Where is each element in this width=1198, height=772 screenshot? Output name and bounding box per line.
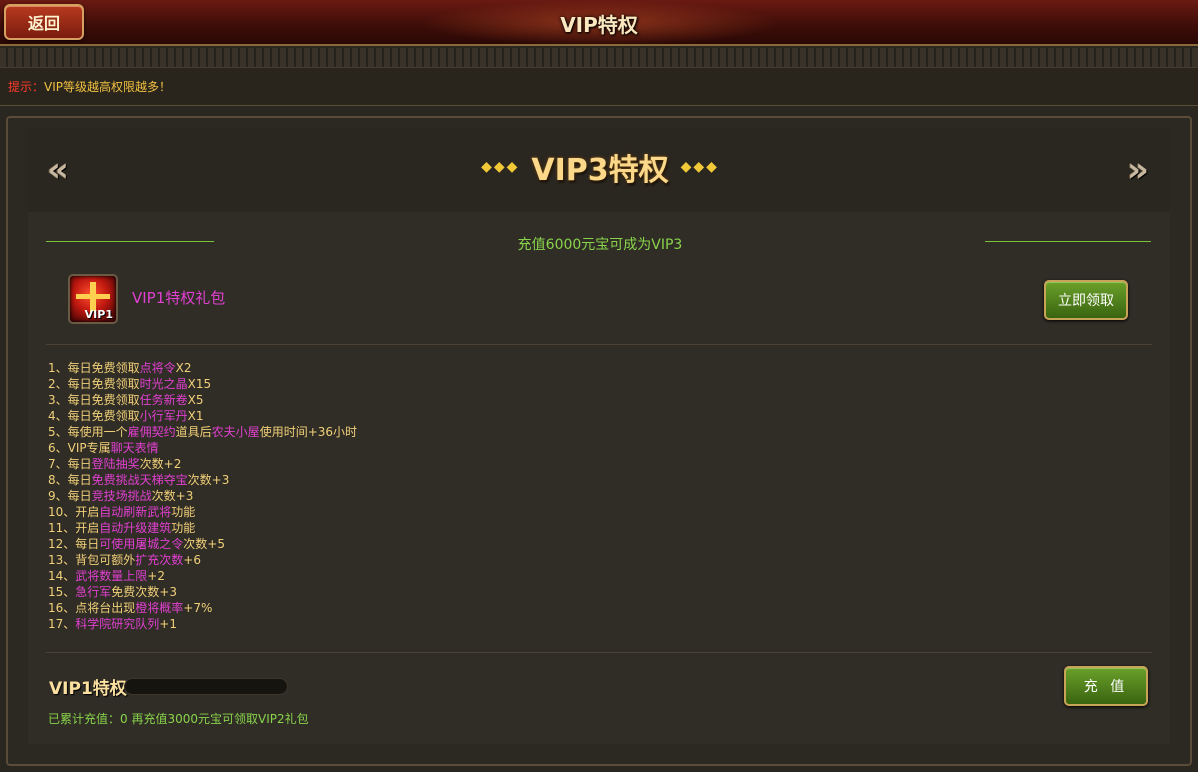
perk-highlight: 免费挑战天梯夺宝 [91,473,188,487]
gift-vip-tag: VIP1 [84,308,113,321]
prev-level-chevron-icon[interactable]: « [44,152,72,188]
green-divider-right [985,241,1151,242]
tip-row: 提示： VIP等级越高权限越多！ [0,68,1198,106]
perk-highlight: 任务新卷 [139,393,188,407]
tip-text: VIP等级越高权限越多！ [44,80,172,94]
perk-item: 5、每使用一个雇佣契约道具后农夫小屋使用时间+36小时 [48,424,748,440]
perk-text: 次数+3 [151,489,194,503]
perk-text: 次数+5 [183,537,225,551]
perk-highlight: 雇佣契约 [127,425,176,439]
perk-text: 13、背包可额外 [48,553,136,567]
perk-text: +6 [183,553,201,567]
perk-highlight: 时光之晶 [139,377,188,391]
perk-text: 12、每日 [48,537,100,551]
perk-item: 12、每日可使用屠城之令次数+5 [48,536,748,552]
vip-level-label: VIP3特权 [531,153,669,188]
section-divider [46,344,1152,345]
perk-text: 11、开启 [48,521,100,535]
perk-highlight: 农夫小屋 [211,425,260,439]
gift-box-icon[interactable]: VIP1 [68,274,118,324]
perk-highlight: 科学院研究队列 [75,617,160,631]
perk-item: 13、背包可额外扩充次数+6 [48,552,748,568]
perk-text: 16、点将台出现 [48,601,136,615]
perk-text: +7% [183,601,213,615]
perk-text: 功能 [171,521,196,535]
diamond-ornament-icon: ◆◆◆ [680,159,719,175]
perk-text: 功能 [171,505,196,519]
perk-item: 2、每日免费领取时光之晶X15 [48,376,748,392]
perk-item: 17、科学院研究队列+1 [48,616,748,632]
perk-item: 8、每日免费挑战天梯夺宝次数+3 [48,472,748,488]
perk-text: 10、开启 [48,505,100,519]
perk-item: 11、开启自动升级建筑功能 [48,520,748,536]
next-level-chevron-icon[interactable]: » [1124,152,1152,188]
gift-name: VIP1特权礼包 [132,289,226,307]
perk-item: 1、每日免费领取点将令X2 [48,360,748,376]
perk-text: 17、 [48,617,76,631]
perk-text: X2 [175,361,192,375]
perk-highlight: 急行军 [75,585,112,599]
perk-text: 2、每日免费领取 [48,377,140,391]
perk-highlight: 扩充次数 [135,553,184,567]
perk-text: 3、每日免费领取 [48,393,140,407]
perk-item: 4、每日免费领取小行军丹X1 [48,408,748,424]
perk-text: +2 [147,569,165,583]
perk-highlight: 竞技场挑战 [91,489,152,503]
vip-level-title: ◆◆◆ VIP3特权 ◆◆◆ [460,146,740,188]
perk-highlight: 聊天表情 [110,441,159,455]
vip-progress-bar [124,678,288,695]
perk-text: X5 [187,393,204,407]
current-vip-label: VIP1特权 [49,679,127,699]
perk-item: 10、开启自动刷新武将功能 [48,504,748,520]
perk-item: 14、武将数量上限+2 [48,568,748,584]
perk-text: X15 [187,377,212,391]
perk-highlight: 小行军丹 [139,409,188,423]
cumulative-recharge-text: 已累计充值：0 再充值3000元宝可领取VIP2礼包 [48,712,309,726]
perk-list: 1、每日免费领取点将令X2 2、每日免费领取时光之晶X15 3、每日免费领取任务新卷… [48,360,748,632]
perk-item: 3、每日免费领取任务新卷X5 [48,392,748,408]
perk-item: 7、每日登陆抽奖次数+2 [48,456,748,472]
perk-text: 7、每日 [48,457,92,471]
perk-text: 14、 [48,569,76,583]
perk-highlight: 武将数量上限 [75,569,148,583]
recharge-button[interactable]: 充 值 [1064,666,1148,706]
tip-label: 提示： [8,80,45,94]
perk-highlight: 登陆抽奖 [91,457,140,471]
perk-highlight: 自动刷新武将 [99,505,172,519]
perk-text: 次数+2 [139,457,182,471]
perk-highlight: 自动升级建筑 [99,521,172,535]
perk-text: 1、每日免费领取 [48,361,140,375]
perk-text: +1 [159,617,177,631]
green-divider-left [46,241,214,242]
perk-highlight: 可使用屠城之令 [99,537,184,551]
greek-key-border [0,48,1198,68]
perk-text: 道具后 [175,425,212,439]
diamond-ornament-icon: ◆◆◆ [481,159,520,175]
perk-text: X1 [187,409,204,423]
perk-item: 16、点将台出现橙将概率+7% [48,600,748,616]
perk-item: 9、每日竞技场挑战次数+3 [48,488,748,504]
perk-text: 8、每日 [48,473,92,487]
perk-text: 使用时间+36小时 [259,425,358,439]
back-button[interactable]: 返回 [4,4,84,40]
gift-ribbon [76,294,110,299]
perk-text: 免费次数+3 [111,585,177,599]
perk-text: 6、VIP专属 [48,441,111,455]
perk-text: 次数+3 [187,473,230,487]
perk-highlight: 点将令 [139,361,176,375]
perk-highlight: 橙将概率 [135,601,184,615]
page-title: VIP特权 [560,12,638,37]
claim-button[interactable]: 立即领取 [1044,280,1128,320]
perk-text: 15、 [48,585,76,599]
perk-item: 6、VIP专属聊天表情 [48,440,748,456]
perk-text: 9、每日 [48,489,92,503]
section-divider [46,652,1152,653]
recharge-requirement: 充值6000元宝可成为VIP3 [517,237,683,253]
perk-text: 4、每日免费领取 [48,409,140,423]
perk-item: 15、急行军免费次数+3 [48,584,748,600]
perk-text: 5、每使用一个 [48,425,128,439]
